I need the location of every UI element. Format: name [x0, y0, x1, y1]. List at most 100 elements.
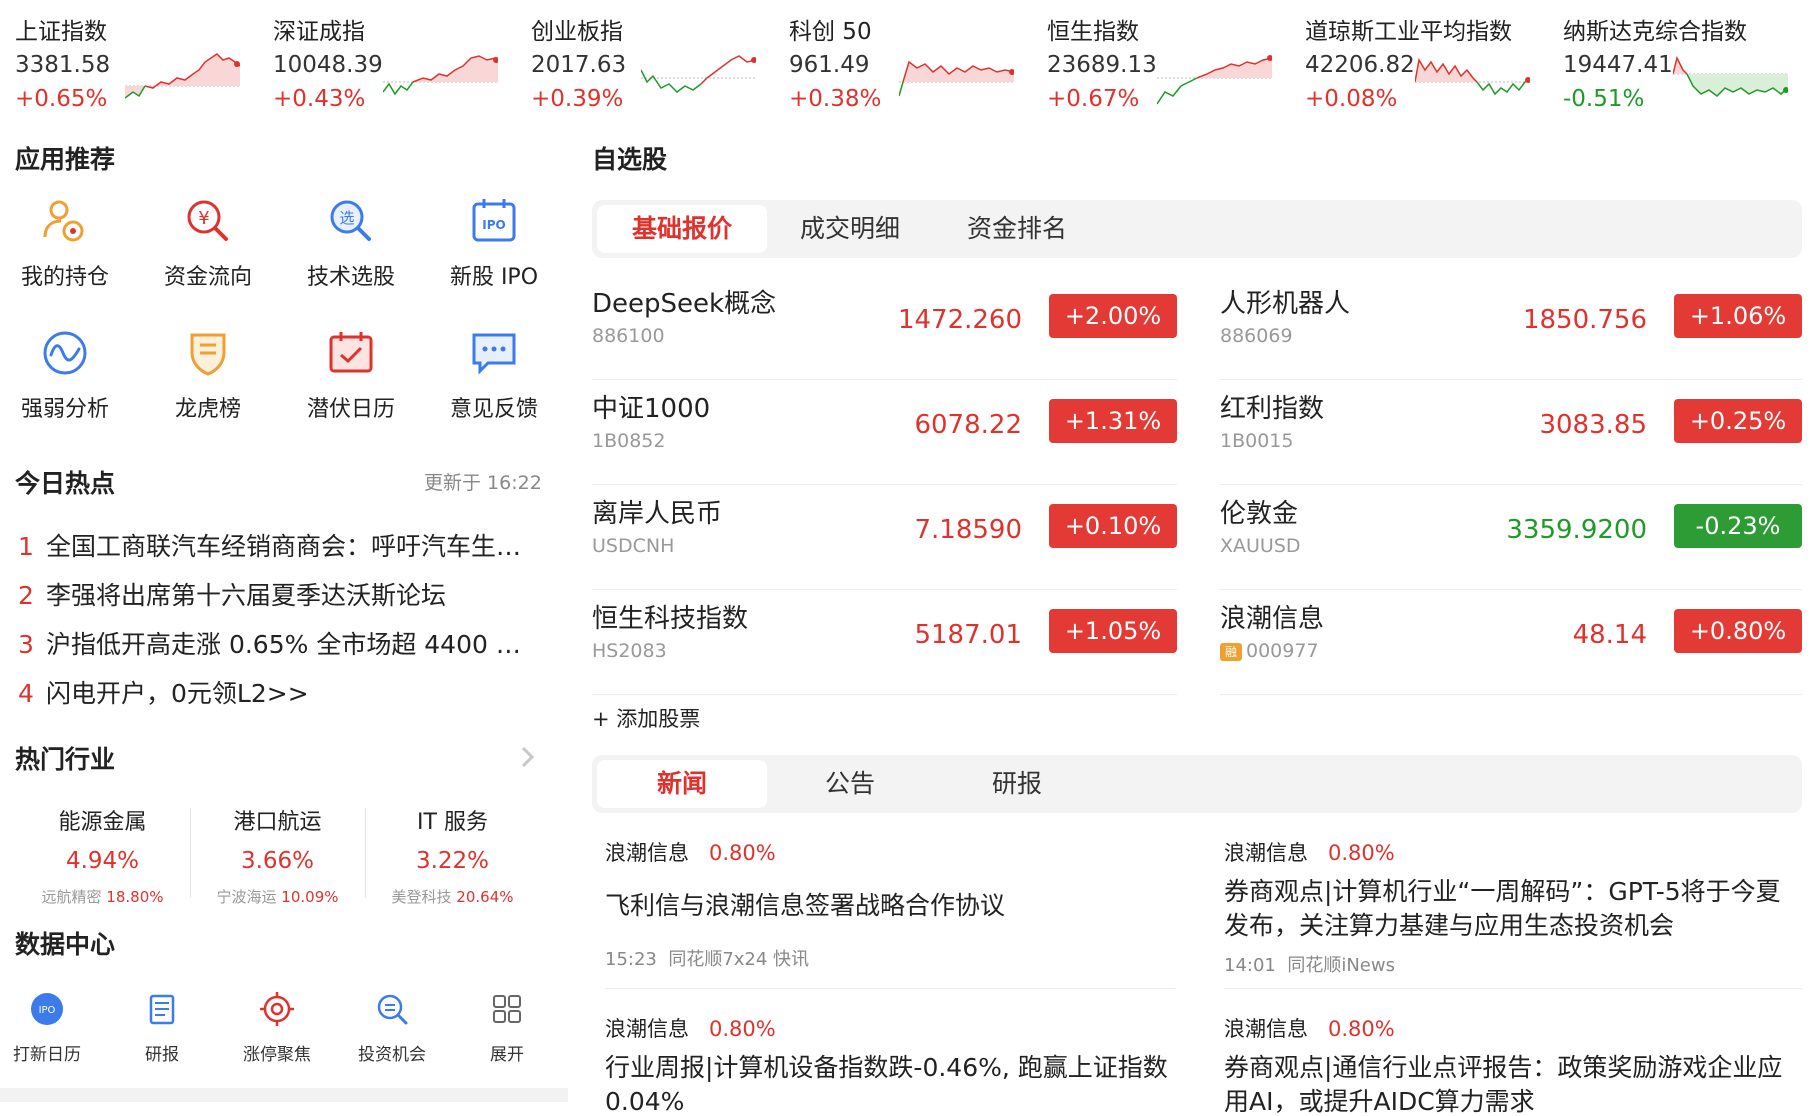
news-item[interactable]: 浪潮信息 0.80% 行业周报|计算机设备指数跌-0.46%, 跑赢上证指数0.0… [605, 1013, 1185, 1116]
app-fund-flow[interactable]: ¥ 资金流向 [143, 195, 273, 305]
quote-row[interactable]: 红利指数 1B0015 3083.85 +0.25% [1220, 380, 1802, 485]
news-item[interactable]: 浪潮信息 0.80% 券商观点|通信行业点评报告：政策奖励游戏企业应用AI，或提升… [1224, 1013, 1802, 1116]
app-label: 潜伏日历 [306, 397, 395, 422]
index-value: 19447.41 [1563, 52, 1673, 78]
tab-research[interactable]: 研报 [932, 760, 1102, 808]
quote-row[interactable]: 人形机器人 886069 1850.756 +1.06% [1220, 275, 1802, 380]
index-name: 恒生指数 [1047, 19, 1139, 45]
sparkline-chart [383, 55, 498, 96]
industry-pct: 4.94% [65, 848, 140, 874]
search-money-icon [377, 994, 408, 1025]
index-card[interactable]: 纳斯达克综合指数 19447.41 -0.51% [1563, 8, 1812, 118]
chevron-right-icon[interactable] [518, 742, 538, 772]
industry-name: 港口航运 [233, 810, 322, 835]
data-item-ipo-calendar[interactable]: IPO 打新日历 [0, 990, 102, 1065]
tab-fund-ranking[interactable]: 资金排名 [932, 205, 1102, 253]
industry-item[interactable]: 能源金属 4.94% 远航精密 18.80% [15, 800, 190, 910]
index-card[interactable]: 创业板指 2017.63 +0.39% [531, 8, 781, 118]
quote-code: 886069 [1220, 325, 1293, 347]
hot-news-item[interactable]: 4 闪电开户，0元领L2>> [18, 674, 543, 710]
index-card[interactable]: 上证指数 3381.58 +0.65% [15, 8, 265, 118]
index-name: 纳斯达克综合指数 [1563, 19, 1747, 45]
quote-name: 离岸人民币 [592, 499, 723, 529]
news-stock-tag: 浪潮信息 0.80% [1224, 1017, 1395, 1041]
app-tech-select[interactable]: 选 技术选股 [286, 195, 416, 305]
news-title: 券商观点|计算机行业“一周解码”：GPT-5将于今夏发布，关注算力基建与应用生态… [1224, 877, 1781, 940]
hot-rank: 4 [18, 679, 34, 708]
quote-row[interactable]: 恒生科技指数 HS2083 5187.01 +1.05% [592, 590, 1177, 695]
divider [605, 988, 1175, 989]
update-time: 更新于 16:22 [424, 472, 542, 494]
index-card[interactable]: 道琼斯工业平均指数 42206.82 +0.08% [1305, 8, 1555, 118]
app-feedback[interactable]: 意见反馈 [429, 327, 559, 437]
hot-news-item[interactable]: 2 李强将出席第十六届夏季达沃斯论坛 [18, 576, 543, 612]
industry-leader: 宁波海运 10.09% [216, 888, 339, 906]
tab-trade-detail[interactable]: 成交明细 [765, 205, 935, 253]
app-strength-analysis[interactable]: 强弱分析 [0, 327, 130, 437]
index-change: +0.08% [1305, 86, 1398, 112]
quote-row[interactable]: 伦敦金 XAUUSD 3359.9200 -0.23% [1220, 485, 1802, 590]
hot-rank: 2 [18, 581, 34, 610]
data-item-label: 投资机会 [358, 1045, 426, 1065]
data-center-title: 数据中心 [15, 930, 116, 959]
quote-change-badge: +0.10% [1049, 504, 1177, 548]
data-item-label: 涨停聚焦 [243, 1045, 311, 1065]
index-value: 23689.13 [1047, 52, 1157, 78]
quote-row[interactable]: 浪潮信息 融 000977 48.14 +0.80% [1220, 590, 1802, 695]
app-latent-calendar[interactable]: 潜伏日历 [286, 327, 416, 437]
hot-news-item[interactable]: 1 全国工商联汽车经销商商会：呼吁汽车生产企业 [18, 527, 543, 563]
hot-news-item[interactable]: 3 沪指低开高走涨 0.65% 全市场超 4400 只个股上涨 [18, 625, 543, 661]
quote-change-badge: +1.06% [1674, 294, 1802, 338]
app-dragon-tiger[interactable]: 龙虎榜 [143, 327, 273, 437]
industry-name: 能源金属 [58, 810, 147, 835]
app-label: 我的持仓 [20, 265, 109, 290]
industry-pct: 3.66% [240, 848, 315, 874]
index-change: +0.38% [789, 86, 882, 112]
hot-rank: 1 [18, 532, 34, 561]
quote-row[interactable]: 离岸人民币 USDCNH 7.18590 +0.10% [592, 485, 1177, 590]
app-new-ipo[interactable]: IPO 新股 IPO [429, 195, 559, 305]
app-my-holdings[interactable]: 我的持仓 [0, 195, 130, 305]
tab-news[interactable]: 新闻 [597, 760, 767, 808]
tab-basic-quote[interactable]: 基础报价 [597, 205, 767, 253]
hot-today-title: 今日热点 [15, 469, 116, 498]
sparkline-chart [1157, 55, 1272, 105]
industry-item[interactable]: IT 服务 3.22% 美登科技 20.64% [365, 800, 540, 910]
quote-row[interactable]: DeepSeek概念 886100 1472.260 +2.00% [592, 275, 1177, 380]
news-title: 飞利信与浪潮信息签署战略合作协议 [605, 891, 1006, 920]
data-item-report[interactable]: 研报 [107, 990, 217, 1065]
index-card[interactable]: 科创 50 961.49 +0.38% [789, 8, 1039, 118]
news-item[interactable]: 浪潮信息 0.80% 券商观点|计算机行业“一周解码”：GPT-5将于今夏发布，关… [1224, 837, 1802, 977]
news-tabbar: 新闻 公告 研报 [592, 755, 1802, 813]
quote-row[interactable]: 中证1000 1B0852 6078.22 +1.31% [592, 380, 1177, 485]
quote-change-badge: -0.23% [1674, 504, 1802, 548]
add-stock-button[interactable]: + 添加股票 [592, 703, 700, 733]
industry-item[interactable]: 港口航运 3.66% 宁波海运 10.09% [190, 800, 365, 910]
data-item-expand[interactable]: 展开 [452, 990, 562, 1065]
news-item[interactable]: 浪潮信息 0.80% 飞利信与浪潮信息签署战略合作协议 15:23 同花顺7x24… [605, 837, 1185, 971]
news-meta: 14:01 同花顺iNews [1224, 955, 1395, 976]
stock-select-icon: 选 [330, 200, 371, 241]
hot-text: 闪电开户，0元领L2>> [46, 679, 309, 708]
tab-announcement[interactable]: 公告 [765, 760, 935, 808]
index-strip: 上证指数 3381.58 +0.65% 深证成指 10048.39 +0.43%… [0, 0, 1812, 120]
index-change: +0.65% [15, 86, 108, 112]
data-item-limit-up[interactable]: 涨停聚焦 [222, 990, 332, 1065]
news-stock-tag: 浪潮信息 0.80% [605, 841, 776, 865]
index-card[interactable]: 深证成指 10048.39 +0.43% [273, 8, 523, 118]
quote-price: 7.18590 [914, 515, 1022, 545]
news-meta: 15:23 同花顺7x24 快讯 [605, 949, 810, 970]
index-name: 深证成指 [273, 19, 365, 45]
sparkline-chart [1673, 55, 1788, 97]
industry-name: IT 服务 [417, 810, 488, 835]
shield-rank-icon [190, 333, 226, 376]
data-item-label: 研报 [145, 1045, 179, 1065]
index-card[interactable]: 恒生指数 23689.13 +0.67% [1047, 8, 1297, 118]
data-item-label: 打新日历 [13, 1045, 81, 1065]
data-item-opportunity[interactable]: 投资机会 [337, 990, 447, 1065]
sparkline-chart [1415, 57, 1530, 96]
ipo-calendar-icon: IPO [472, 199, 516, 242]
app-label: 技术选股 [306, 265, 395, 290]
index-change: +0.39% [531, 86, 624, 112]
index-name: 道琼斯工业平均指数 [1305, 19, 1512, 45]
